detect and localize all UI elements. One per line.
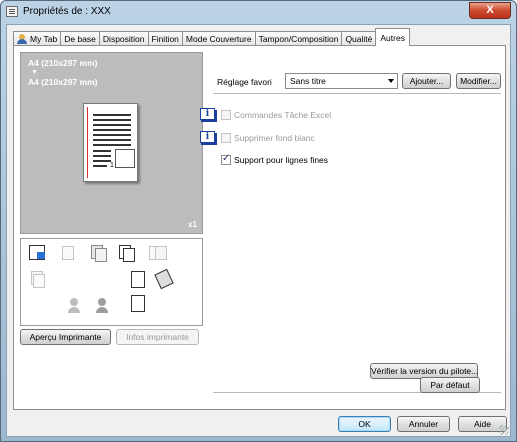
tab-my-tab[interactable]: My Tab [13,31,62,46]
tab-label: Mode Couverture [185,34,252,44]
insert-sheet-icon [154,268,174,290]
tab-strip: My Tab De base Disposition Finition Mode… [13,28,410,46]
print-setting-icon [29,245,47,263]
divider [213,93,501,94]
dialog-client-area: My Tab De base Disposition Finition Mode… [6,24,511,437]
favorite-setting-value: Sans titre [290,76,326,86]
page-preview: 1 [83,103,138,182]
tab-label: De base [64,34,96,44]
ok-button[interactable]: OK [338,416,391,432]
function-status-icons [20,238,203,326]
info-icon[interactable]: i [200,131,217,145]
window-title: Propriétés de : XXX [23,6,111,17]
tab-mode-couverture[interactable]: Mode Couverture [181,31,256,46]
tab-qualite[interactable]: Qualité [341,31,377,46]
tab-panel-autres: A4 (210x297 mm) ▼ A4 (210x297 mm) 1 x1 A… [13,45,506,410]
tab-de-base[interactable]: De base [60,31,100,46]
text-line [93,165,107,167]
text-line [93,150,111,152]
text-line [93,114,131,116]
copies-count: x1 [188,220,197,229]
tab-label: Qualité [345,34,373,44]
tab-disposition[interactable]: Disposition [98,31,149,46]
modify-favorite-button[interactable]: Modifier... [456,73,501,89]
title-bar[interactable]: Propriétés de : XXX X [1,1,516,23]
tab-label: My Tab [30,34,58,44]
printer-info-button[interactable]: Infos imprimante [116,329,199,345]
thin-lines-checkbox[interactable] [221,153,231,165]
text-line [93,129,131,131]
paper-tray-icon [29,271,47,289]
user-auth-icon [65,297,83,315]
printer-view-button[interactable]: Aperçu Imprimante [20,329,111,345]
text-line [93,144,131,146]
resize-grip[interactable] [499,425,509,435]
booklet-icon [149,245,167,263]
remove-background-label: Supprimer fond blanc [234,133,315,143]
text-line [93,119,131,121]
user-icon [17,34,27,44]
account-track-icon [93,297,111,315]
tab-label: Finition [151,34,179,44]
binding-edge [87,107,88,178]
add-favorite-button[interactable]: Ajouter... [402,73,451,89]
favorite-setting-label: Réglage favori [217,77,272,87]
text-line [93,124,131,126]
text-line [93,160,111,162]
tab-autres[interactable]: Autres [375,28,410,46]
tab-label: Tampon/Composition [258,34,339,44]
remove-background-checkbox[interactable] [221,133,231,143]
favorite-setting-select[interactable]: Sans titre [285,73,398,89]
paper-size-output: A4 (210x297 mm) [28,77,98,87]
paper-size-original: A4 (210x297 mm) [28,58,98,68]
excel-commands-checkbox[interactable] [221,110,231,120]
text-line [93,139,131,141]
tab-finition[interactable]: Finition [147,31,183,46]
close-button[interactable]: X [469,2,511,19]
tab-label: Autres [380,32,405,43]
tab-tampon-composition[interactable]: Tampon/Composition [254,31,343,46]
page-number: 1 [110,162,114,169]
printer-properties-window: Propriétés de : XXX X My Tab De base Dis… [0,0,517,442]
printer-icon [6,6,18,17]
copies-icon [89,245,107,263]
text-line [93,155,111,157]
excel-commands-label: Commandes Tâche Excel [234,110,332,120]
chevron-down-icon [388,79,394,83]
image-placeholder [115,149,135,168]
info-icon[interactable]: i [200,108,217,122]
print-preview: A4 (210x297 mm) ▼ A4 (210x297 mm) 1 x1 [20,52,203,234]
thin-lines-label: Support pour lignes fines [234,155,329,165]
staple-icon [59,245,77,263]
cancel-button[interactable]: Annuler [397,416,450,432]
cover-page-icon [129,271,147,289]
watermark-icon [129,295,147,313]
arrow-down-icon: ▼ [31,69,38,76]
default-button[interactable]: Par défaut [420,377,480,393]
tab-label: Disposition [102,34,145,44]
text-line [93,134,131,136]
collate-icon [119,245,137,263]
